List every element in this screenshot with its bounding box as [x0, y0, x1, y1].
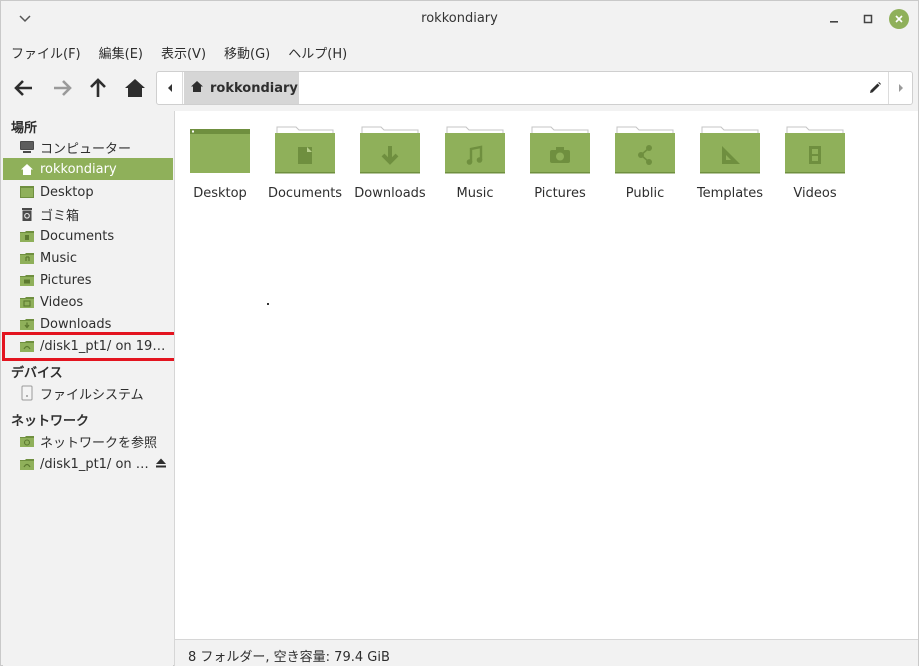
- sidebar-item-label: Documents: [40, 228, 115, 244]
- sidebar-item-label: Desktop: [40, 184, 94, 200]
- pictures-folder-icon: [19, 272, 35, 288]
- toolbar: rokkondiary: [1, 67, 918, 109]
- window-title: rokkondiary: [421, 11, 498, 26]
- drive-icon: [19, 385, 35, 401]
- file-manager-window: rokkondiary ファイル(F) 編集(E) 表示(V) 移動(G) ヘル…: [0, 0, 919, 666]
- eject-icon[interactable]: [155, 457, 169, 471]
- menu-edit[interactable]: 編集(E): [89, 37, 151, 65]
- menu-bar: ファイル(F) 編集(E) 表示(V) 移動(G) ヘルプ(H): [1, 37, 918, 65]
- camera-folder-icon: [529, 125, 591, 177]
- sidebar-heading-places: 場所: [11, 121, 38, 136]
- sidebar-heading-network: ネットワーク: [11, 414, 90, 429]
- home-icon: [19, 161, 35, 177]
- sidebar-item-videos[interactable]: Videos: [3, 291, 173, 313]
- folder-videos[interactable]: Videos: [772, 125, 858, 201]
- film-folder-icon: [784, 125, 846, 177]
- menu-view[interactable]: 表示(V): [151, 37, 214, 65]
- sidebar-item-filesystem[interactable]: ファイルシステム: [3, 382, 173, 404]
- sidebar-item-label: Videos: [40, 294, 84, 310]
- breadcrumb-label: rokkondiary: [210, 80, 298, 96]
- document-folder-icon: [274, 125, 336, 177]
- share-folder-icon: [614, 125, 676, 177]
- folder-templates[interactable]: Templates: [687, 125, 773, 201]
- computer-icon: [19, 139, 35, 155]
- breadcrumb-home[interactable]: rokkondiary: [184, 72, 299, 104]
- sidebar-heading-devices: デバイス: [11, 366, 63, 381]
- sidebar-item-label: /disk1_pt1/ on …: [40, 456, 149, 472]
- desktop-folder-icon: [19, 184, 35, 200]
- music-folder-icon: [444, 125, 506, 177]
- folder-pictures[interactable]: Pictures: [517, 125, 603, 201]
- sidebar-item-browse-network[interactable]: ネットワークを参照: [3, 430, 173, 452]
- sidebar-item-pictures[interactable]: Pictures: [3, 269, 173, 291]
- close-icon[interactable]: [889, 9, 909, 29]
- network-browse-icon: [19, 433, 35, 449]
- folder-label: Templates: [696, 186, 764, 201]
- desktop-folder-icon: [189, 125, 251, 177]
- folder-label: Videos: [793, 186, 837, 201]
- path-scroll-right-icon[interactable]: [888, 72, 913, 104]
- menu-go[interactable]: 移動(G): [214, 37, 278, 65]
- folder-label: Downloads: [354, 186, 426, 201]
- folder-downloads[interactable]: Downloads: [347, 125, 433, 201]
- folder-label: Music: [456, 186, 494, 201]
- up-arrow-icon[interactable]: [85, 75, 111, 101]
- folder-label: Pictures: [534, 186, 586, 201]
- sidebar-item-label: ファイルシステム: [40, 387, 144, 403]
- triangle-folder-icon: [699, 125, 761, 177]
- sidebar-item-desktop[interactable]: Desktop: [3, 181, 173, 203]
- videos-folder-icon: [19, 294, 35, 310]
- sidebar-item-label: Music: [40, 250, 77, 266]
- sidebar-item-label: ネットワークを参照: [40, 435, 158, 451]
- sidebar-item-music[interactable]: Music: [3, 247, 173, 269]
- network-folder-icon: [19, 456, 35, 472]
- stray-dot: [267, 303, 269, 305]
- maximize-icon[interactable]: [857, 9, 879, 29]
- sidebar-item-network-mount-2[interactable]: /disk1_pt1/ on …: [3, 453, 173, 475]
- sidebar-item-trash[interactable]: ゴミ箱: [3, 203, 173, 225]
- sidebar-item-documents[interactable]: Documents: [3, 225, 173, 247]
- trash-icon: [19, 206, 35, 222]
- path-scroll-left-icon[interactable]: [157, 72, 183, 104]
- sidebar-item-label: コンピューター: [40, 141, 132, 157]
- home-icon: [190, 80, 204, 97]
- status-bar: 8 フォルダー, 空き容量: 79.4 GiB: [174, 639, 918, 666]
- folder-desktop[interactable]: Desktop: [177, 125, 263, 201]
- folder-label: Desktop: [193, 186, 247, 201]
- title-bar: rokkondiary: [1, 1, 918, 37]
- path-bar: rokkondiary: [156, 71, 913, 105]
- menu-help[interactable]: ヘルプ(H): [278, 37, 355, 65]
- folder-label: Public: [625, 186, 665, 201]
- sidebar-item-computer[interactable]: コンピューター: [3, 136, 173, 158]
- highlight-annotation: [2, 332, 185, 361]
- file-view: Desktop Documents Downloads Music Pictures Pu…: [174, 111, 918, 639]
- music-folder-icon: [19, 250, 35, 266]
- documents-folder-icon: [19, 228, 35, 244]
- sidebar-item-label: Downloads: [40, 316, 112, 332]
- sidebar: 場所 コンピューター rokkondiary Desktop ゴミ箱 Docum…: [3, 111, 173, 666]
- sidebar-item-home[interactable]: rokkondiary: [3, 158, 173, 180]
- status-text: 8 フォルダー, 空き容量: 79.4 GiB: [188, 650, 390, 665]
- home-icon[interactable]: [122, 75, 148, 101]
- folder-music[interactable]: Music: [432, 125, 518, 201]
- folder-documents[interactable]: Documents: [262, 125, 348, 201]
- sidebar-item-label: Pictures: [40, 272, 92, 288]
- sidebar-item-label: ゴミ箱: [40, 208, 80, 224]
- folder-label: Documents: [267, 186, 343, 201]
- minimize-icon[interactable]: [823, 9, 845, 29]
- menu-file[interactable]: ファイル(F): [1, 37, 89, 65]
- download-folder-icon: [359, 125, 421, 177]
- forward-arrow-icon[interactable]: [49, 75, 75, 101]
- sidebar-item-label: rokkondiary: [40, 161, 117, 177]
- back-arrow-icon[interactable]: [11, 75, 37, 101]
- edit-path-pencil-icon[interactable]: [863, 72, 887, 104]
- folder-public[interactable]: Public: [602, 125, 688, 201]
- downloads-folder-icon: [19, 316, 35, 332]
